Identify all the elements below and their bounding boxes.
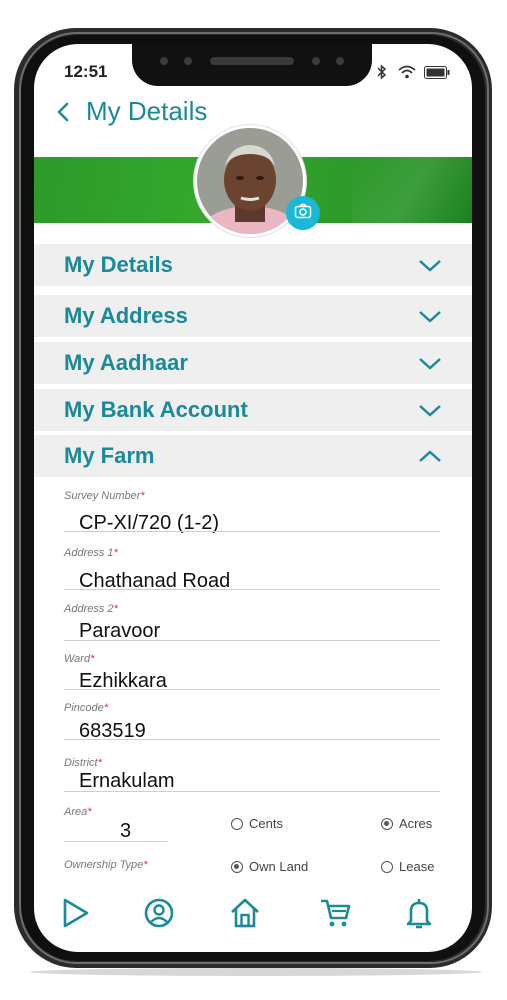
- label-text: Address 2: [64, 603, 114, 615]
- phone-shadow: [30, 968, 482, 976]
- area-unit-acres-radio[interactable]: Acres: [381, 816, 432, 831]
- status-icons: [374, 64, 450, 85]
- back-arrow-icon[interactable]: [56, 99, 78, 125]
- phone-notch: [132, 44, 372, 86]
- sensor-dot: [184, 57, 192, 65]
- radio-label: Cents: [249, 816, 283, 831]
- home-icon[interactable]: [228, 896, 262, 930]
- ward-label: Ward*: [64, 653, 94, 665]
- chevron-down-icon: [419, 358, 441, 370]
- address2-label: Address 2*: [64, 603, 118, 615]
- required-mark: *: [90, 653, 95, 665]
- radio-circle-icon: [231, 817, 243, 830]
- radio-selected-icon: [381, 817, 393, 830]
- label-text: Address 1: [64, 547, 114, 559]
- required-mark: *: [113, 547, 118, 559]
- district-label: District*: [64, 757, 102, 769]
- bottom-navigation: [34, 884, 472, 944]
- area-label: Area*: [64, 806, 92, 818]
- field-underline: [64, 791, 440, 792]
- radio-label: Acres: [399, 816, 433, 831]
- section-my-bank-account[interactable]: My Bank Account: [34, 389, 472, 431]
- cart-icon[interactable]: [318, 896, 352, 930]
- required-mark: *: [143, 859, 148, 871]
- ownership-type-label: Ownership Type*: [64, 859, 148, 871]
- label-text: Ward: [64, 653, 91, 665]
- radio-label: Own Land: [249, 859, 309, 874]
- field-underline: [64, 531, 440, 532]
- earpiece-speaker: [210, 57, 294, 65]
- district-field[interactable]: Ernakulam: [79, 770, 175, 793]
- label-text: District: [64, 757, 98, 769]
- bluetooth-icon: [374, 64, 390, 85]
- area-unit-cents-radio[interactable]: Cents: [231, 816, 283, 831]
- label-text: Pincode: [64, 702, 104, 714]
- wifi-icon: [398, 65, 416, 84]
- section-label: My Aadhaar: [64, 350, 188, 375]
- pincode-label: Pincode*: [64, 702, 108, 714]
- section-label: My Farm: [64, 443, 155, 468]
- play-icon[interactable]: [58, 896, 92, 930]
- chevron-up-icon: [419, 450, 441, 462]
- ownership-lease-radio[interactable]: Lease: [381, 859, 434, 874]
- label-text: Survey Number: [64, 490, 141, 502]
- sensor-dot: [312, 57, 320, 65]
- chevron-down-icon: [419, 260, 441, 272]
- required-mark: *: [97, 757, 102, 769]
- section-my-aadhaar[interactable]: My Aadhaar: [34, 342, 472, 384]
- area-field[interactable]: 3: [120, 820, 131, 843]
- section-label: My Details: [64, 252, 173, 277]
- camera-icon: [294, 203, 312, 224]
- required-mark: *: [140, 490, 145, 502]
- ownership-own-land-radio[interactable]: Own Land: [231, 859, 308, 874]
- required-mark: *: [113, 603, 118, 615]
- section-my-details[interactable]: My Details: [34, 244, 472, 286]
- app-screen: 12:51 My Details My Details My Address M…: [34, 44, 472, 952]
- address1-label: Address 1*: [64, 547, 118, 559]
- radio-circle-icon: [381, 860, 393, 873]
- field-underline: [64, 589, 440, 590]
- banner-shade: [352, 157, 472, 223]
- chevron-down-icon: [419, 405, 441, 417]
- radio-label: Lease: [399, 859, 435, 874]
- status-time: 12:51: [64, 62, 108, 81]
- survey-number-label: Survey Number*: [64, 490, 145, 502]
- battery-icon: [424, 65, 450, 84]
- field-underline: [64, 841, 168, 842]
- page-title: My Details: [86, 96, 208, 126]
- section-label: My Address: [64, 303, 188, 328]
- camera-dot: [160, 57, 168, 65]
- field-underline: [64, 640, 440, 641]
- page-header: My Details: [56, 96, 207, 127]
- required-mark: *: [87, 806, 92, 818]
- section-label: My Bank Account: [64, 397, 248, 422]
- required-mark: *: [103, 702, 109, 714]
- label-text: Ownership Type: [64, 859, 144, 871]
- label-text: Area: [64, 806, 88, 818]
- section-my-address[interactable]: My Address: [34, 295, 472, 337]
- sensor-dot: [336, 57, 344, 65]
- field-underline: [64, 739, 440, 740]
- chevron-down-icon: [419, 311, 441, 323]
- bell-icon[interactable]: [402, 896, 436, 930]
- radio-selected-icon: [231, 860, 243, 873]
- section-my-farm[interactable]: My Farm: [34, 435, 472, 477]
- field-underline: [64, 689, 440, 690]
- change-photo-button[interactable]: [286, 196, 320, 230]
- profile-icon[interactable]: [142, 896, 176, 930]
